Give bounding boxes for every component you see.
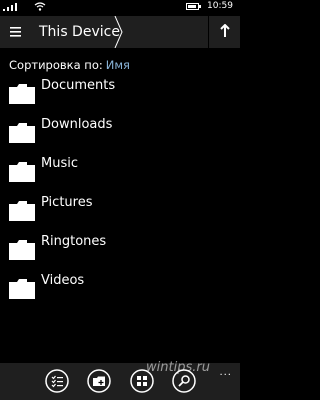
folder-item-videos[interactable]: Videos <box>0 271 240 305</box>
folder-icon <box>9 162 35 182</box>
breadcrumb-label: This Device <box>39 24 120 40</box>
folder-icon <box>9 240 35 260</box>
folder-item-pictures[interactable]: Pictures <box>0 193 240 227</box>
signal-icon <box>3 2 23 14</box>
folder-item-documents[interactable]: Documents <box>0 76 240 110</box>
folder-icon <box>9 279 35 299</box>
menu-button[interactable] <box>0 16 30 48</box>
watermark: wintips.ru <box>146 360 210 375</box>
breadcrumb[interactable]: This Device <box>30 16 126 48</box>
sort-value[interactable]: Имя <box>106 58 130 72</box>
battery-icon <box>186 3 201 10</box>
sort-label: Сортировка по: <box>9 58 103 72</box>
folder-icon <box>9 84 35 104</box>
folder-name: Downloads <box>41 117 113 132</box>
folder-name: Pictures <box>41 195 93 210</box>
select-button[interactable] <box>45 369 69 393</box>
select-icon <box>45 369 69 393</box>
breadcrumb-chevron-icon <box>114 16 123 48</box>
folder-icon <box>9 201 35 221</box>
add-button[interactable] <box>87 369 111 393</box>
up-folder-button[interactable] <box>208 16 240 48</box>
sort-selector[interactable]: Сортировка по: Имя <box>9 58 130 72</box>
add-icon <box>87 369 111 393</box>
folder-item-downloads[interactable]: Downloads <box>0 115 240 149</box>
wifi-icon <box>34 2 46 14</box>
hamburger-menu-icon <box>10 27 21 37</box>
folder-name: Videos <box>41 273 85 288</box>
clock: 10:59 <box>207 1 233 11</box>
folder-icon <box>9 123 35 143</box>
status-bar: 10:59 <box>0 0 240 14</box>
header-bar: This Device <box>0 16 240 48</box>
folder-name: Ringtones <box>41 234 107 249</box>
folder-item-music[interactable]: Music <box>0 154 240 188</box>
up-arrow-icon <box>220 24 230 37</box>
folder-item-ringtones[interactable]: Ringtones <box>0 232 240 266</box>
more-options-button[interactable]: ... <box>219 367 232 378</box>
folder-name: Documents <box>41 78 116 93</box>
folder-name: Music <box>41 156 78 171</box>
